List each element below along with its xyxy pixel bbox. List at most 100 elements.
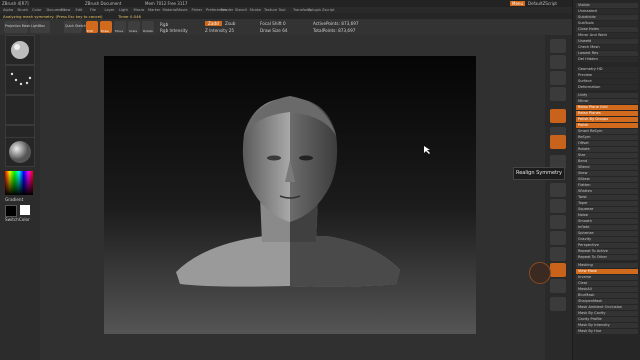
tray-btn-unmasked[interactable]: Unmasked (576, 9, 638, 14)
zoom-icon[interactable] (550, 87, 566, 101)
mask-inverse[interactable]: Inverse (576, 275, 638, 280)
menu-brush[interactable]: Brush (18, 8, 28, 12)
tray-btn-close-holes[interactable]: Close Holes (576, 27, 638, 32)
menu-stroke[interactable]: Stroke (250, 8, 261, 12)
menu-color[interactable]: Color (32, 8, 41, 12)
deform-squeeze[interactable]: Squeeze (576, 207, 638, 212)
polyframe-icon[interactable] (550, 247, 566, 261)
rotate-icon[interactable] (550, 231, 566, 245)
deform-sskew[interactable]: SSkew (576, 177, 638, 182)
tray-btn-lowest-res[interactable]: Lowest Res (576, 51, 638, 56)
deform-perspective[interactable]: Perspective (576, 243, 638, 248)
tray-section-geometry-hd[interactable]: Geometry HD (576, 67, 638, 72)
deform-bend[interactable]: Bend (576, 159, 638, 164)
deform-twist[interactable]: Twist (576, 195, 638, 200)
tray-btn-mirror-and-weld[interactable]: Mirror And Weld (576, 33, 638, 38)
deform-repeat-to-active[interactable]: Repeat To Active (576, 249, 638, 254)
deform-gravity[interactable]: Gravity (576, 237, 638, 242)
tray-btn-check-mesh[interactable]: Check Mesh (576, 45, 638, 50)
menu-alpha[interactable]: Alpha (3, 8, 13, 12)
tray-section-preview[interactable]: Preview (576, 73, 638, 78)
stroke-selector[interactable] (5, 65, 35, 95)
deform-sflatten[interactable]: Sflatten (576, 189, 638, 194)
menu-material[interactable]: Material (163, 8, 178, 12)
alpha-selector[interactable] (5, 95, 35, 125)
menu-stencil[interactable]: Stencil (235, 8, 247, 12)
menu-light[interactable]: Light (119, 8, 128, 12)
deform-smart-resym[interactable]: Smart ReSym (576, 129, 638, 134)
brush-selector[interactable] (5, 35, 35, 65)
lightbox-button[interactable]: LightBox (30, 21, 50, 33)
deform-polish[interactable]: Polish (576, 123, 638, 128)
deform-mirror[interactable]: Mirror (576, 99, 638, 104)
draw-size-slider[interactable]: Draw Size 64 (260, 28, 288, 33)
document-canvas[interactable] (104, 56, 476, 334)
transp-icon[interactable] (550, 263, 566, 277)
deform-unify[interactable]: Unify (576, 93, 638, 98)
deform-noise[interactable]: Noise (576, 213, 638, 218)
deform-relax-plane-grid[interactable]: Relax Plane Grid (576, 105, 638, 110)
menu-zscript[interactable]: Zscript (322, 8, 334, 12)
tray-btn-subtools[interactable]: SubTools (576, 21, 638, 26)
menu-layer[interactable]: Layer (105, 8, 115, 12)
scale-icon[interactable] (550, 215, 566, 229)
menu-texture[interactable]: Texture (264, 8, 277, 12)
local-icon[interactable] (550, 135, 566, 149)
focal-shift-slider[interactable]: Focal Shift 0 (260, 21, 286, 26)
mask-sharpenmask[interactable]: SharpenMask (576, 299, 638, 304)
deform-rotate[interactable]: Rotate (576, 147, 638, 152)
persp-icon[interactable] (550, 109, 566, 123)
zsub-button[interactable]: Zsub (225, 21, 235, 26)
mask-clear[interactable]: Clear (576, 281, 638, 286)
edit-button[interactable]: Edit (86, 21, 98, 33)
mask-mask-by-cavity[interactable]: Mask By Cavity (576, 311, 638, 316)
deform-smooth[interactable]: Smooth (576, 219, 638, 224)
tray-btn-unweld[interactable]: Unweld (576, 39, 638, 44)
zadd-button[interactable]: Zadd (205, 21, 222, 26)
menu-file[interactable]: File (90, 8, 96, 12)
projection-master-button[interactable]: Projection Master (4, 21, 33, 33)
z-intensity-slider[interactable]: Z Intensity 25 (205, 28, 234, 33)
quick-sketch-button[interactable]: Quick Sketch (64, 21, 86, 33)
menu-picker[interactable]: Picker (192, 8, 203, 12)
draw-button[interactable]: Draw (100, 21, 112, 33)
spix-icon[interactable] (550, 55, 566, 69)
color-picker[interactable] (5, 171, 33, 195)
menu-edit[interactable]: Edit (76, 8, 83, 12)
mask-cavity-profile[interactable]: Cavity Profile (576, 317, 638, 322)
deform-sbend[interactable]: SBend (576, 165, 638, 170)
deform-polish-by-groups[interactable]: Polish By Groups (576, 117, 638, 122)
rotate-button[interactable]: Rotate (142, 21, 154, 33)
deform-taper[interactable]: Taper (576, 201, 638, 206)
default-zscript-button[interactable]: DefaultZScript (528, 1, 557, 6)
scale-button[interactable]: Scale (128, 21, 140, 33)
menu-marker[interactable]: Marker (148, 8, 160, 12)
move-button[interactable]: Move (114, 21, 126, 33)
primary-color-swatch[interactable] (20, 205, 30, 215)
frame-icon[interactable] (550, 183, 566, 197)
tray-btn-subdivide[interactable]: Subdivide (576, 15, 638, 20)
deform-flatten[interactable]: Flatten (576, 183, 638, 188)
deform-inflate[interactable]: Inflate (576, 225, 638, 230)
menu-zplugin[interactable]: Zplugin (308, 8, 322, 12)
mask-view-mask[interactable]: View Mask (576, 269, 638, 274)
menu-render[interactable]: Render (221, 8, 234, 12)
menu-tool[interactable]: Tool (279, 8, 286, 12)
switch-color-label[interactable]: SwitchColor (5, 217, 30, 222)
tray-btn-del-hidden[interactable]: Del Hidden (576, 57, 638, 62)
deform-spherize[interactable]: Spherize (576, 231, 638, 236)
deform-offset[interactable]: Offset (576, 141, 638, 146)
gradient-label[interactable]: Gradient (5, 197, 23, 202)
navigation-gizmo[interactable] (529, 262, 551, 284)
mask-mask-by-hue[interactable]: Mask By Hue (576, 329, 638, 334)
deform-relax-planes[interactable]: Relax Planes (576, 111, 638, 116)
ghost-icon[interactable] (550, 279, 566, 293)
solo-icon[interactable] (550, 297, 566, 311)
deform-size[interactable]: Size (576, 153, 638, 158)
mask-mask-by-intensity[interactable]: Mask By Intensity (576, 323, 638, 328)
tray-btn-visible[interactable]: Visible (576, 3, 638, 8)
deform-repeat-to-other[interactable]: Repeat To Other (576, 255, 638, 260)
menu-button[interactable]: Menu (510, 0, 525, 6)
tray-section-deformation[interactable]: Deformation (576, 85, 638, 90)
material-selector[interactable] (5, 137, 35, 167)
